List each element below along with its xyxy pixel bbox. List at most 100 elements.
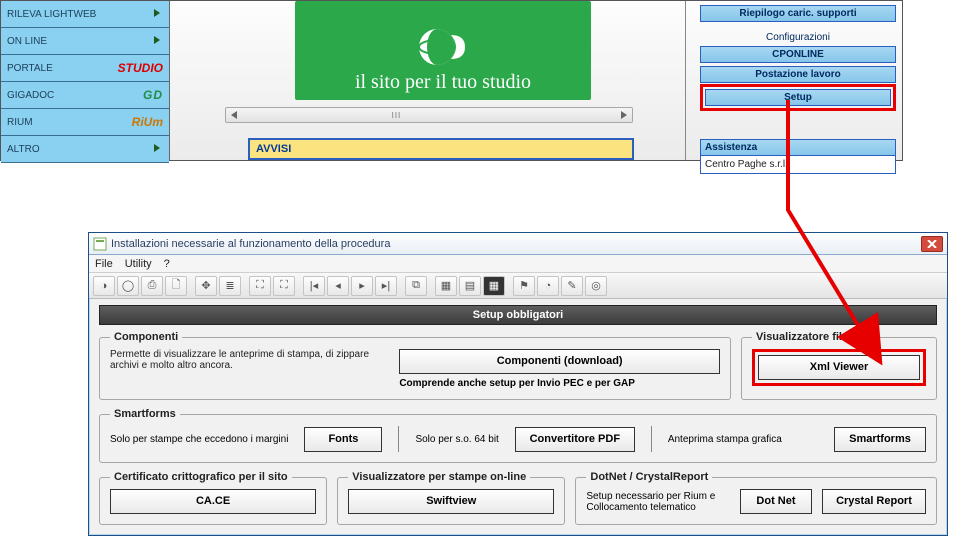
separator: [651, 426, 652, 452]
nav-portale[interactable]: PORTALE STUDIO: [1, 55, 169, 82]
xml-viewer-button[interactable]: Xml Viewer: [758, 355, 920, 380]
toolbar-btn-20[interactable]: ◎: [585, 276, 607, 296]
smartforms-group: Smartforms Solo per stampe che eccedono …: [99, 408, 937, 463]
toolbar-first-icon[interactable]: |◂: [303, 276, 325, 296]
app-icon: [93, 237, 107, 251]
setup-button[interactable]: Setup: [705, 89, 891, 106]
assist-body: Centro Paghe s.r.l.: [701, 156, 895, 173]
crystal-report-button[interactable]: Crystal Report: [822, 489, 926, 514]
banner-text: il sito per il tuo studio: [295, 71, 591, 94]
componenti-group: Componenti Permette di visualizzare le a…: [99, 331, 731, 400]
nav-label: RIUM: [7, 109, 33, 136]
toolbar-btn-4[interactable]: 🗋: [165, 276, 187, 296]
toolbar: ◑ ◯ ⎙ 🗋 ✥ ≣ ⛶ ⛶ |◂ ◂ ▸ ▸| ⧉ ▦ ▤ ▦ ⚑ ◔ ✎ …: [89, 273, 947, 299]
smart-note2: Solo per s.o. 64 bit: [415, 434, 498, 445]
postazione-button[interactable]: Postazione lavoro: [700, 66, 896, 83]
toolbar-btn-7[interactable]: ⛶: [249, 276, 271, 296]
nav-label: ON LINE: [7, 28, 47, 55]
convertitore-pdf-button[interactable]: Convertitore PDF: [515, 427, 635, 452]
chevron-right-icon: [153, 9, 163, 19]
setup-highlight: Setup: [700, 84, 896, 111]
componenti-desc: Permette di visualizzare le anteprime di…: [110, 349, 381, 371]
dotnet-group: DotNet / CrystalReport Setup necessario …: [575, 471, 937, 525]
smartforms-button[interactable]: Smartforms: [834, 427, 926, 452]
scroll-left-icon[interactable]: [226, 108, 242, 122]
close-icon: [927, 240, 937, 248]
swiftview-group: Visualizzatore per stampe on-line Swiftv…: [337, 471, 565, 525]
swiftview-legend: Visualizzatore per stampe on-line: [348, 471, 530, 483]
toolbar-btn-18[interactable]: ◔: [537, 276, 559, 296]
promo-banner: il sito per il tuo studio: [295, 1, 591, 100]
smart-note3: Anteprima stampa grafica: [668, 434, 782, 445]
toolbar-btn-17[interactable]: ⚑: [513, 276, 535, 296]
chevron-right-icon: [153, 144, 163, 154]
toolbar-btn-15[interactable]: ▤: [459, 276, 481, 296]
componenti-legend: Componenti: [110, 331, 182, 343]
left-nav: RILEVA LIGHTWEB ON LINE PORTALE STUDIO G…: [1, 1, 170, 160]
nav-rileva-lightweb[interactable]: RILEVA LIGHTWEB: [1, 1, 169, 28]
toolbar-btn-13[interactable]: ⧉: [405, 276, 427, 296]
center-area: il sito per il tuo studio III AVVISI: [170, 1, 685, 160]
toolbar-next-icon[interactable]: ▸: [351, 276, 373, 296]
scroll-right-icon[interactable]: [616, 108, 632, 122]
horizontal-scrollbar[interactable]: III: [225, 107, 633, 123]
menubar: File Utility ?: [89, 255, 947, 273]
nav-rium[interactable]: RIUM RiUm: [1, 109, 169, 136]
toolbar-btn-16[interactable]: ▦: [483, 276, 505, 296]
section-title: Setup obbligatori: [99, 305, 937, 325]
dialog-titlebar[interactable]: Installazioni necessarie al funzionament…: [89, 233, 947, 255]
cert-legend: Certificato crittografico per il sito: [110, 471, 292, 483]
xml-viewer-group: Visualizzatore file XML Xml Viewer: [741, 331, 937, 400]
toolbar-btn-6[interactable]: ≣: [219, 276, 241, 296]
dialog-title: Installazioni necessarie al funzionament…: [111, 238, 390, 250]
nav-altro[interactable]: ALTRO: [1, 136, 169, 163]
nav-label: GIGADOC: [7, 82, 54, 109]
globe-icon: [415, 23, 471, 71]
componenti-download-button[interactable]: Componenti (download): [399, 349, 720, 374]
componenti-note: Comprende anche setup per Invio PEC e pe…: [399, 378, 720, 389]
fonts-button[interactable]: Fonts: [304, 427, 382, 452]
cponline-button[interactable]: CPONLINE: [700, 46, 896, 63]
cert-group: Certificato crittografico per il sito CA…: [99, 471, 327, 525]
toolbar-btn-5[interactable]: ✥: [195, 276, 217, 296]
avvisi-bar[interactable]: AVVISI: [248, 138, 634, 160]
toolbar-btn-2[interactable]: ◯: [117, 276, 139, 296]
menu-utility[interactable]: Utility: [125, 258, 152, 270]
installazioni-dialog: Installazioni necessarie al funzionament…: [88, 232, 948, 536]
nav-label: RILEVA LIGHTWEB: [7, 1, 96, 28]
nav-label: ALTRO: [7, 136, 40, 163]
swiftview-button[interactable]: Swiftview: [348, 489, 554, 514]
cace-button[interactable]: CA.CE: [110, 489, 316, 514]
toolbar-btn-19[interactable]: ✎: [561, 276, 583, 296]
toolbar-last-icon[interactable]: ▸|: [375, 276, 397, 296]
dotnet-button[interactable]: Dot Net: [740, 489, 812, 514]
xml-legend: Visualizzatore file XML: [752, 331, 878, 343]
toolbar-btn-1[interactable]: ◑: [93, 276, 115, 296]
studio-logo-icon: STUDIO: [118, 55, 163, 82]
menu-file[interactable]: File: [95, 258, 113, 270]
scroll-thumb-mark: III: [392, 111, 402, 120]
riepilogo-button[interactable]: Riepilogo caric. supporti: [700, 5, 896, 22]
dotnet-legend: DotNet / CrystalReport: [586, 471, 712, 483]
nav-label: PORTALE: [7, 55, 53, 82]
toolbar-btn-8[interactable]: ⛶: [273, 276, 295, 296]
avvisi-label: AVVISI: [256, 143, 291, 155]
close-button[interactable]: [921, 236, 943, 252]
nav-gigadoc[interactable]: GIGADOC GD: [1, 82, 169, 109]
menu-help[interactable]: ?: [164, 258, 170, 270]
nav-online[interactable]: ON LINE: [1, 28, 169, 55]
toolbar-prev-icon[interactable]: ◂: [327, 276, 349, 296]
config-label: Configurazioni: [700, 32, 896, 43]
dotnet-note: Setup necessario per Rium e Collocamento…: [586, 491, 730, 513]
scroll-track[interactable]: III: [242, 108, 616, 122]
separator: [398, 426, 399, 452]
smartforms-legend: Smartforms: [110, 408, 180, 420]
dialog-content: Setup obbligatori Componenti Permette di…: [89, 299, 947, 543]
smart-note1: Solo per stampe che eccedono i margini: [110, 434, 288, 445]
toolbar-btn-3[interactable]: ⎙: [141, 276, 163, 296]
assistenza-panel: Assistenza Centro Paghe s.r.l.: [700, 139, 896, 174]
rium-logo-icon: RiUm: [132, 109, 163, 136]
chevron-right-icon: [153, 36, 163, 46]
toolbar-btn-14[interactable]: ▦: [435, 276, 457, 296]
assist-header: Assistenza: [701, 140, 895, 156]
